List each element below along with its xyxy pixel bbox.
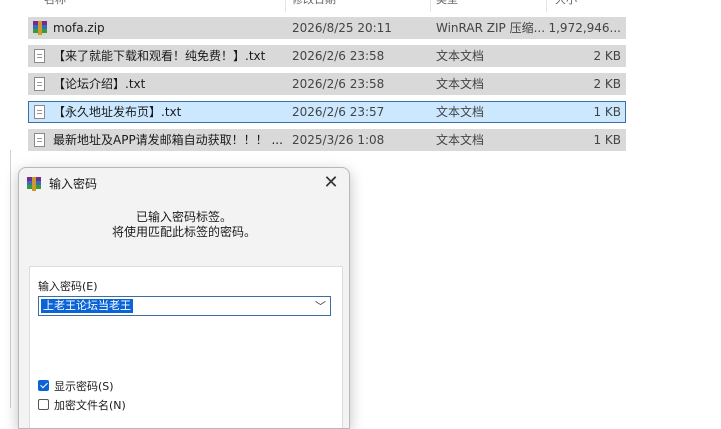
file-size: 1,972,946... <box>548 21 621 35</box>
close-button[interactable]: ✕ <box>313 168 349 198</box>
password-dialog: 输入密码 ✕ 已输入密码标签。 将使用匹配此标签的密码。 输入密码(E) 上老王… <box>18 167 350 429</box>
file-date: 2026/2/6 23:58 <box>292 49 385 63</box>
dialog-titlebar[interactable]: 输入密码 ✕ <box>19 168 349 198</box>
rar-archive-icon <box>33 20 47 36</box>
file-name: 最新地址及APP请发邮箱自动获取！！！ ... <box>53 133 283 147</box>
column-header-type[interactable]: 类型 <box>436 0 536 8</box>
winrar-icon <box>27 176 41 191</box>
password-label: 输入密码(E) <box>38 280 98 293</box>
file-name: 【来了就能下载和观看！纯免费！】.txt <box>53 49 266 63</box>
file-row[interactable]: 最新地址及APP请发邮箱自动获取！！！ ... 2025/3/26 1:08 文… <box>28 129 626 151</box>
column-header-date[interactable]: 修改日期 <box>292 0 412 8</box>
file-row[interactable]: 【论坛介绍】.txt 2026/2/6 23:58 文本文档 2 KB <box>28 73 626 95</box>
file-size: 2 KB <box>593 77 621 91</box>
encrypt-filenames-label[interactable]: 加密文件名(N) <box>54 398 126 413</box>
file-size: 1 KB <box>593 105 621 119</box>
message-line-1: 已输入密码标签。 <box>135 210 232 224</box>
file-date: 2025/3/26 1:08 <box>292 133 385 147</box>
column-separator <box>546 0 547 12</box>
chevron-down-icon[interactable]: ﹀ <box>315 298 326 314</box>
dialog-message: 已输入密码标签。 将使用匹配此标签的密码。 <box>19 210 349 240</box>
file-date: 2026/2/6 23:57 <box>292 105 385 119</box>
column-header-name[interactable]: 名称 <box>44 0 244 8</box>
file-size: 1 KB <box>593 133 621 147</box>
message-line-2: 将使用匹配此标签的密码。 <box>111 225 256 239</box>
file-row[interactable]: 【来了就能下载和观看！纯免费！】.txt 2026/2/6 23:58 文本文档… <box>28 45 626 67</box>
password-panel: 输入密码(E) 上老王论坛当老王 ﹀ 显示密码(S) 加密文件名(N) <box>29 266 343 428</box>
column-separator <box>430 0 431 12</box>
file-row-selected[interactable]: 【永久地址发布页】.txt 2026/2/6 23:57 文本文档 1 KB <box>28 101 626 123</box>
file-name: mofa.zip <box>53 21 105 35</box>
file-explorer: 名称 修改日期 类型 大小 mofa.zip 2026/8/25 20:11 W… <box>0 0 721 160</box>
file-row-mofa-zip[interactable]: mofa.zip 2026/8/25 20:11 WinRAR ZIP 压缩..… <box>28 17 626 39</box>
column-separator <box>285 0 286 12</box>
close-icon: ✕ <box>323 172 339 193</box>
text-file-icon <box>33 76 47 92</box>
file-name: 【论坛介绍】.txt <box>53 77 146 91</box>
password-combobox[interactable]: 上老王论坛当老王 ﹀ <box>38 296 331 316</box>
window-divider <box>10 150 11 408</box>
file-date: 2026/8/25 20:11 <box>292 21 392 35</box>
file-name: 【永久地址发布页】.txt <box>53 105 182 119</box>
show-password-label[interactable]: 显示密码(S) <box>54 379 114 394</box>
column-header-size[interactable]: 大小 <box>555 0 615 8</box>
encrypt-filenames-checkbox[interactable] <box>38 399 49 410</box>
text-file-icon <box>33 104 47 120</box>
dialog-title: 输入密码 <box>49 177 98 191</box>
text-file-icon <box>33 48 47 64</box>
file-date: 2026/2/6 23:58 <box>292 77 385 91</box>
password-input-value[interactable]: 上老王论坛当老王 <box>41 299 133 313</box>
show-password-checkbox[interactable] <box>38 380 49 391</box>
file-size: 2 KB <box>593 49 621 63</box>
text-file-icon <box>33 132 47 148</box>
